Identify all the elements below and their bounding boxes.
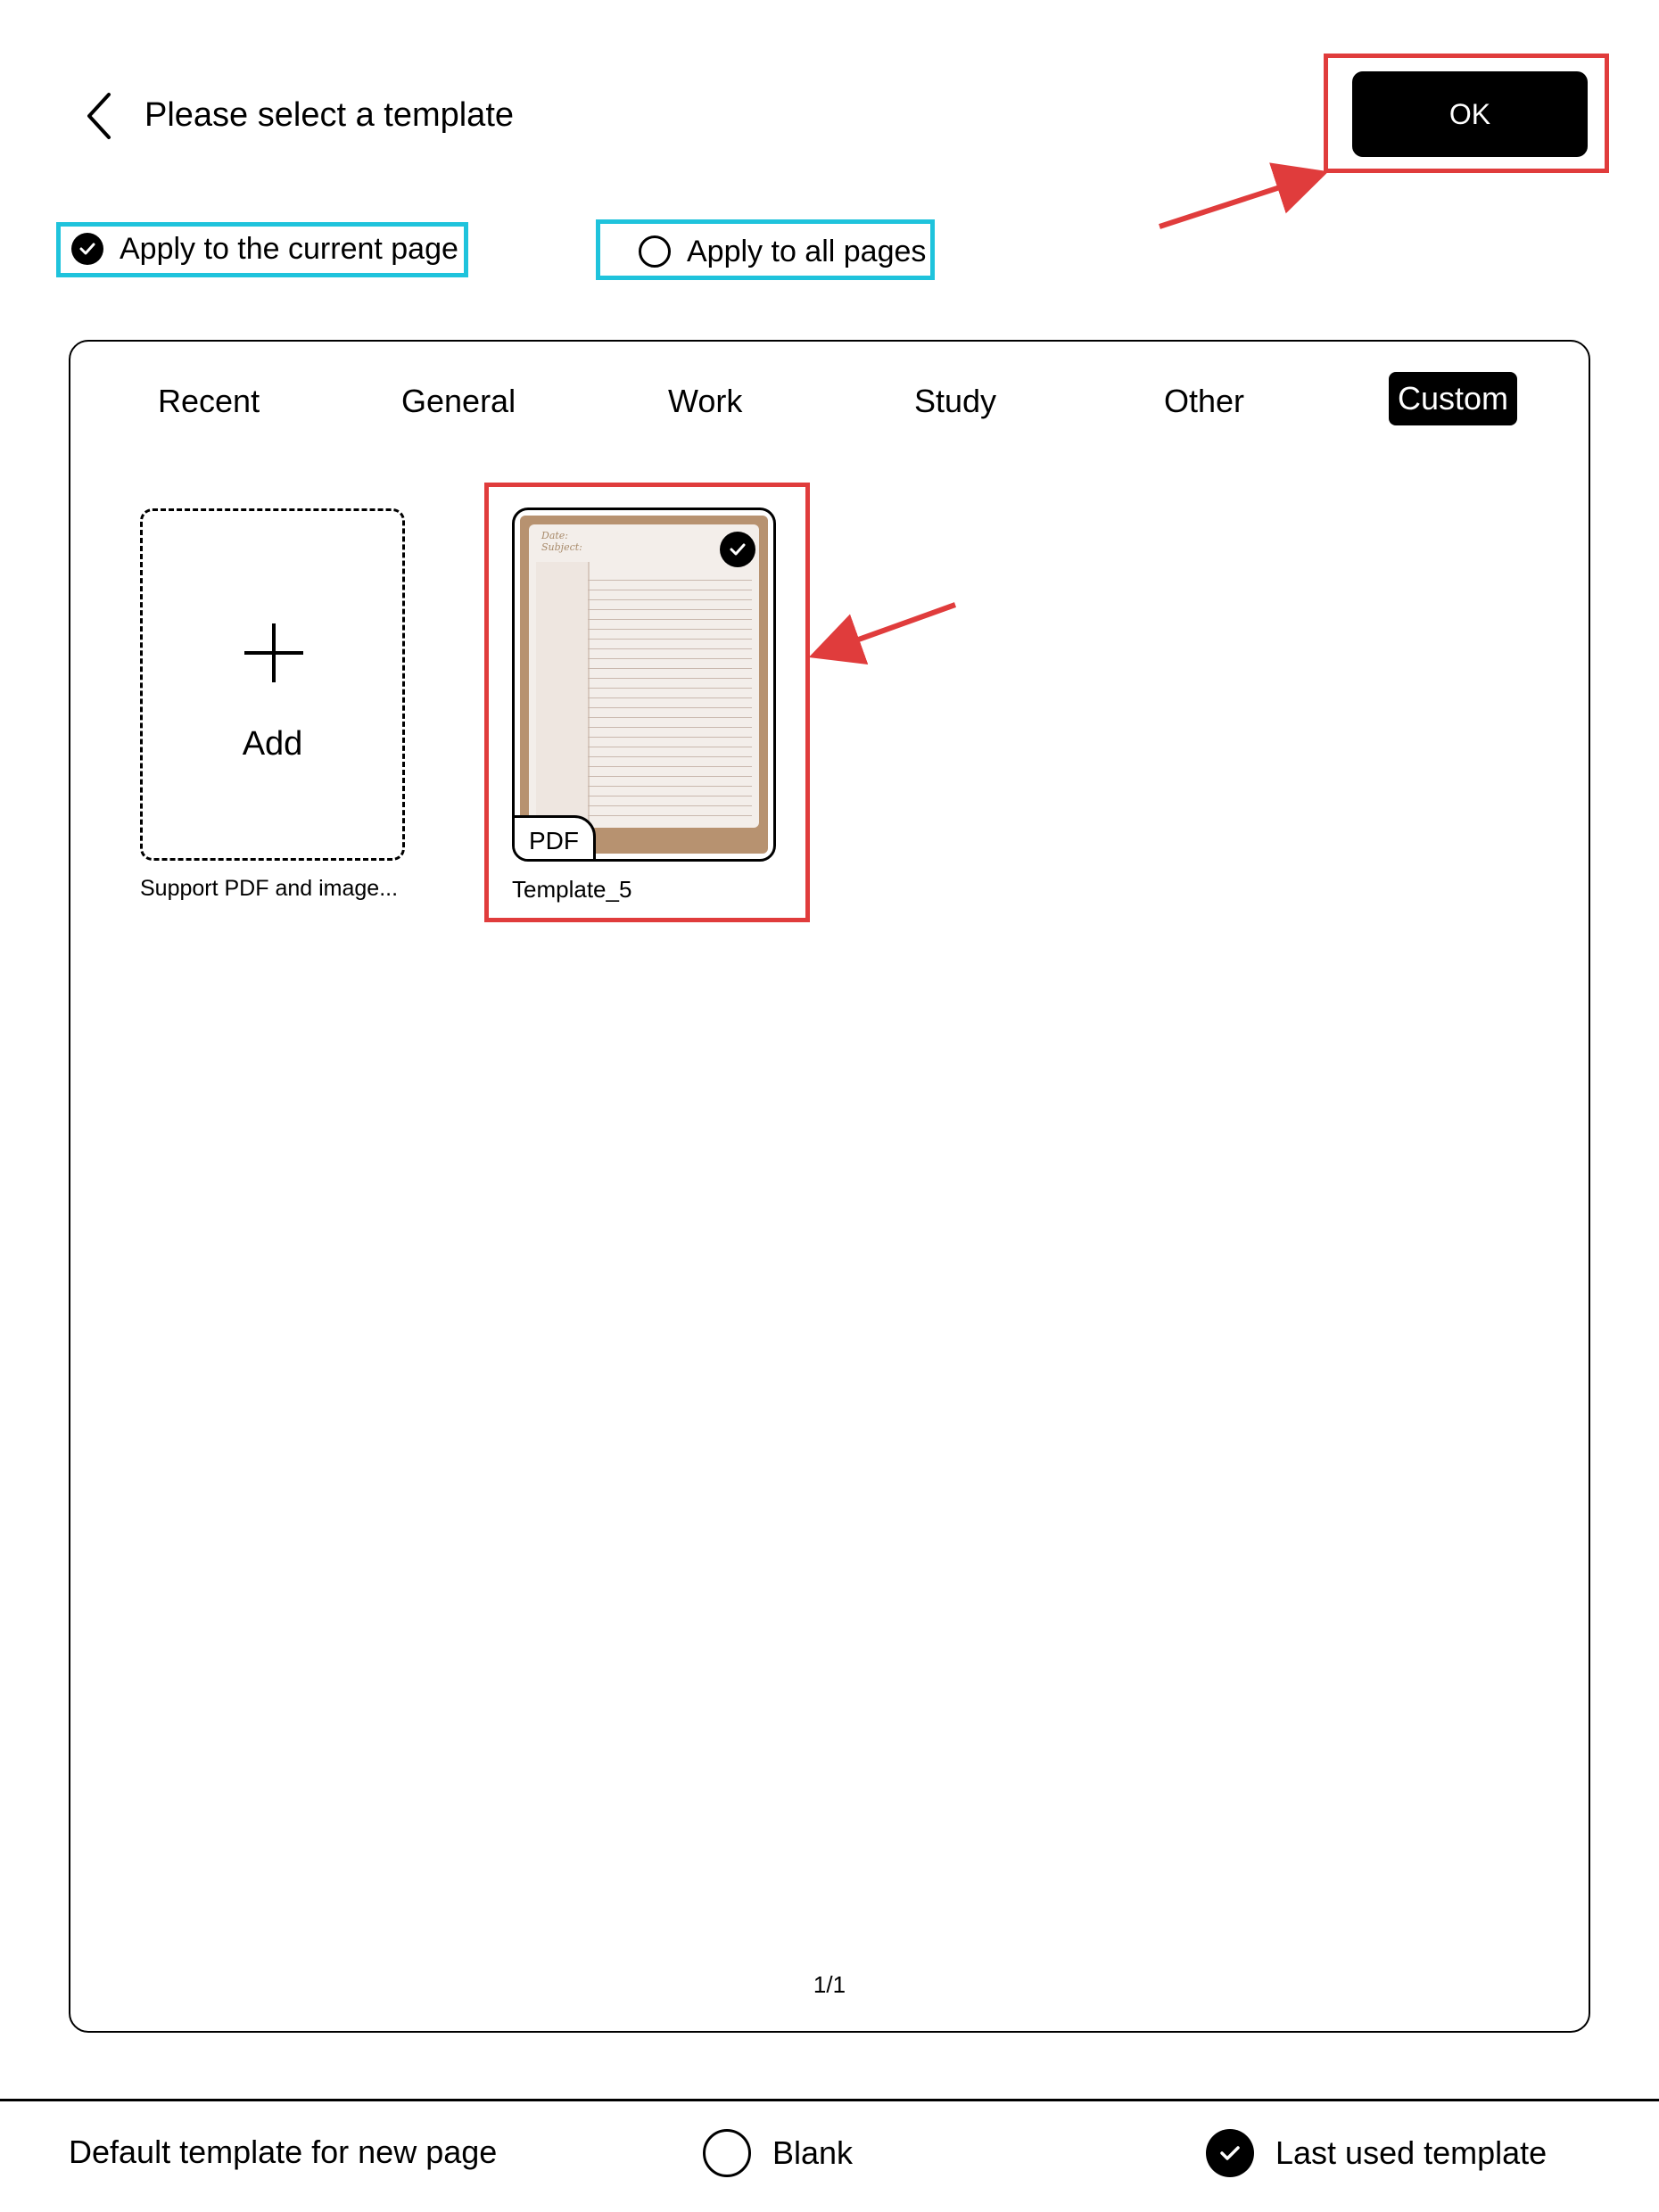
arrow-to-ok <box>1159 162 1329 229</box>
annotation-arrows <box>808 162 1329 664</box>
default-template-label: Default template for new page <box>69 2134 498 2170</box>
checked-radio-icon <box>1206 2129 1254 2177</box>
pagination: 1/1 <box>813 1971 846 1998</box>
footer-divider <box>0 2099 1659 2101</box>
default-blank-option[interactable]: Blank <box>703 2129 853 2177</box>
unchecked-radio-icon <box>703 2129 751 2177</box>
arrow-to-template <box>808 602 957 664</box>
blank-label: Blank <box>772 2134 854 2171</box>
default-last-used-option[interactable]: Last used template <box>1206 2129 1547 2177</box>
last-used-label: Last used template <box>1275 2134 1548 2171</box>
